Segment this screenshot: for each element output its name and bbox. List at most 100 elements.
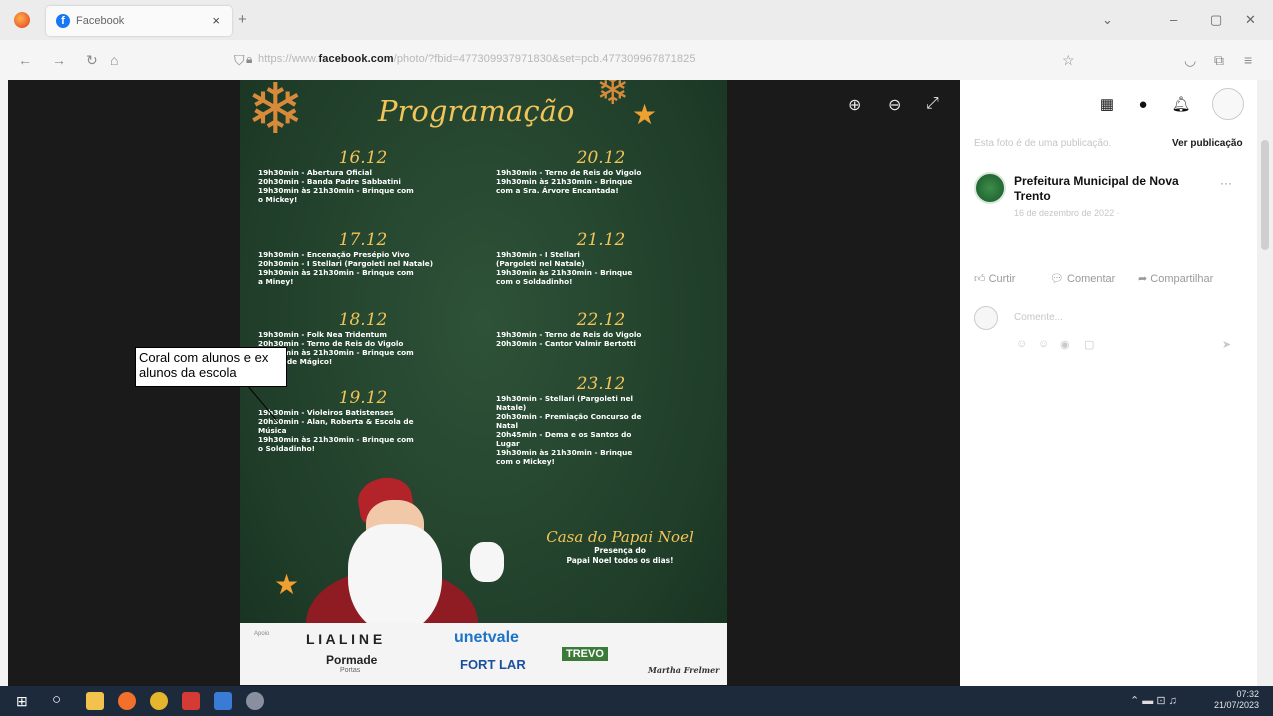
tab-close-button[interactable]: × bbox=[212, 13, 220, 28]
casa-papai-noel: Casa do Papai Noel Presença do Papai Noe… bbox=[520, 528, 720, 566]
notifications-bell-icon[interactable]: 🔔︎ bbox=[1166, 90, 1196, 120]
sticker-icon[interactable]: ☺ bbox=[1016, 338, 1027, 350]
system-tray-icons[interactable]: ⌃ ▬ ⊡ ♫ bbox=[1130, 694, 1177, 707]
comment-input[interactable]: Comente... bbox=[1014, 312, 1063, 323]
menu-grid-icon[interactable]: ▦ bbox=[1092, 90, 1122, 120]
account-avatar[interactable] bbox=[1212, 88, 1244, 120]
day-line: com o Mickey! bbox=[496, 457, 555, 466]
day-line: o Soldadinho! bbox=[258, 444, 315, 453]
minimize-button[interactable]: – bbox=[1170, 12, 1177, 27]
more-options-button[interactable]: ··· bbox=[1220, 176, 1232, 190]
close-window-button[interactable]: ✕ bbox=[1245, 12, 1256, 28]
send-icon[interactable]: ➤ bbox=[1222, 338, 1231, 351]
day-line: 19h30min às 21h30min - Brinque com bbox=[258, 186, 414, 195]
messenger-icon[interactable]: ● bbox=[1128, 90, 1158, 120]
day-block: 23.12 19h30min - Stellari (Pargoleti nel… bbox=[496, 374, 706, 466]
facebook-side-panel: ▦ ● 🔔︎ Esta foto é de uma publicação. Ve… bbox=[960, 80, 1257, 686]
reload-icon[interactable]: ↻ bbox=[86, 52, 98, 69]
day-block: 18.12 19h30min - Folk Nea Tridentum 20h3… bbox=[258, 310, 468, 366]
compartilhar-button[interactable]: ➦ Compartilhar bbox=[1138, 272, 1213, 285]
day-line: 19h30min - Abertura Oficial bbox=[258, 168, 372, 177]
day-line: a Miney! bbox=[258, 277, 294, 286]
new-tab-button[interactable]: + bbox=[238, 11, 247, 28]
page-avatar[interactable] bbox=[974, 172, 1006, 204]
snowflake-icon: ❄ bbox=[246, 80, 305, 148]
taskbar-clock[interactable]: 07:32 21/07/2023 bbox=[1214, 689, 1259, 711]
day-date: 20.12 bbox=[576, 148, 626, 168]
windows-start-icon[interactable]: ⊞ bbox=[16, 693, 28, 710]
panel-scrollbar[interactable] bbox=[1257, 80, 1273, 686]
tab-title: Facebook bbox=[76, 15, 125, 27]
day-line: 19h30min às 21h30min - Brinque bbox=[496, 268, 633, 277]
chrome-icon[interactable] bbox=[150, 692, 168, 710]
pdf-reader-icon[interactable] bbox=[182, 692, 200, 710]
file-explorer-icon[interactable] bbox=[86, 692, 104, 710]
url-prefix: https://www. bbox=[258, 53, 319, 65]
event-poster-image: ❄ ❄ ★ ★ Programação 16.12 19h30min - Abe… bbox=[240, 80, 727, 685]
annotation-callout: Coral com alunos e ex alunos da escola bbox=[135, 347, 287, 387]
day-date: 23.12 bbox=[576, 374, 626, 394]
star-icon: ★ bbox=[274, 569, 300, 600]
app-icon[interactable] bbox=[246, 692, 264, 710]
day-line: 19h30min às 21h30min - Brinque bbox=[496, 177, 633, 186]
browser-nav-bar: ← → ↻ ⌂ ⛉ 🔒︎ https://www.facebook.com/ph… bbox=[0, 40, 1273, 80]
extensions-icon[interactable]: ⧉ bbox=[1214, 52, 1224, 69]
day-line: 19h30min - Encenação Presépio Vivo bbox=[258, 250, 410, 259]
post-date: 16 de dezembro de 2022 · bbox=[1014, 208, 1120, 218]
fullscreen-icon[interactable]: ⤢ bbox=[926, 95, 939, 113]
gif-icon[interactable]: ▢ bbox=[1084, 338, 1094, 351]
lock-icon[interactable]: 🔒︎ bbox=[246, 52, 252, 67]
url-path: /photo/?fbid=477309937971830&set=pcb.477… bbox=[393, 53, 696, 65]
day-line: (Pargoleti nel Natale) bbox=[496, 259, 585, 268]
page-name-link[interactable]: Prefeitura Municipal de Nova Trento bbox=[1014, 174, 1204, 204]
zoom-out-icon[interactable]: ⊖ bbox=[888, 95, 901, 115]
firefox-logo-icon bbox=[14, 12, 30, 28]
curtir-label: Curtir bbox=[988, 273, 1016, 285]
day-line: Natal bbox=[496, 421, 518, 430]
comentar-button[interactable]: 💬︎ Comentar bbox=[1050, 272, 1115, 285]
comment-avatar bbox=[974, 306, 998, 330]
sponsor-label: Apoio bbox=[254, 631, 270, 637]
ver-publicacao-link[interactable]: Ver publicação bbox=[1172, 138, 1243, 149]
home-icon[interactable]: ⌂ bbox=[110, 52, 118, 68]
word-icon[interactable] bbox=[214, 692, 232, 710]
star-icon: ★ bbox=[632, 99, 658, 130]
search-icon[interactable]: ○ bbox=[52, 691, 61, 708]
firefox-taskbar-icon[interactable] bbox=[118, 692, 136, 710]
poster-title: Programação bbox=[378, 94, 575, 128]
menu-icon[interactable]: ≡ bbox=[1244, 52, 1252, 68]
back-arrow-icon[interactable]: ← bbox=[18, 52, 32, 68]
sponsor-pormade: Pormade bbox=[326, 653, 378, 667]
day-date: 16.12 bbox=[338, 148, 388, 168]
tab-facebook[interactable]: f Facebook × bbox=[46, 6, 232, 36]
sponsor-fortlar: FORT LAR bbox=[460, 657, 526, 672]
day-block: 19.12 19h30min - Violeiros Batistenses 2… bbox=[258, 388, 468, 453]
day-line: 20h30min - Terno de Reis do Vigolo bbox=[258, 339, 404, 348]
day-line: Natale) bbox=[496, 403, 527, 412]
sponsor-strip: Apoio L I A L I N E Pormade Portas unetv… bbox=[240, 623, 727, 685]
comentar-label: Comentar bbox=[1067, 273, 1116, 285]
facebook-favicon-icon: f bbox=[56, 14, 70, 28]
restore-button[interactable]: ▢ bbox=[1210, 12, 1222, 28]
day-line: o Duende Mágico! bbox=[258, 357, 333, 366]
day-line: 20h30min - I Stellari (Pargoleti nel Nat… bbox=[258, 259, 434, 268]
casa-subtitle-2: Papai Noel todos os dias! bbox=[566, 556, 674, 565]
shield-icon[interactable]: ⛉ bbox=[234, 52, 245, 69]
camera-icon[interactable]: ◉ bbox=[1060, 338, 1070, 351]
curtir-button[interactable]: 👍︎ Curtir bbox=[974, 272, 1015, 285]
pocket-icon[interactable]: ◡ bbox=[1184, 52, 1196, 69]
browser-tab-bar: f Facebook × + ⌄ – ▢ ✕ bbox=[0, 0, 1273, 40]
bookmark-star-icon[interactable]: ☆ bbox=[1062, 52, 1075, 69]
sponsor-pormade-sub: Portas bbox=[340, 667, 361, 674]
sponsor-unetvale: unetvale bbox=[454, 629, 519, 646]
compartilhar-label: Compartilhar bbox=[1150, 273, 1214, 285]
emoji-icon[interactable]: ☺ bbox=[1038, 338, 1049, 350]
day-date: 22.12 bbox=[576, 310, 626, 330]
day-line: Música bbox=[258, 426, 287, 435]
url-bar[interactable]: https://www.facebook.com/photo/?fbid=477… bbox=[258, 53, 696, 65]
list-tabs-button[interactable]: ⌄ bbox=[1102, 12, 1113, 28]
zoom-in-icon[interactable]: ⊕ bbox=[848, 95, 861, 115]
day-line: 19h30min - Terno de Reis do Vigolo bbox=[496, 330, 642, 339]
day-block: 17.12 19h30min - Encenação Presépio Vivo… bbox=[258, 230, 468, 286]
forward-arrow-icon[interactable]: → bbox=[52, 52, 66, 68]
